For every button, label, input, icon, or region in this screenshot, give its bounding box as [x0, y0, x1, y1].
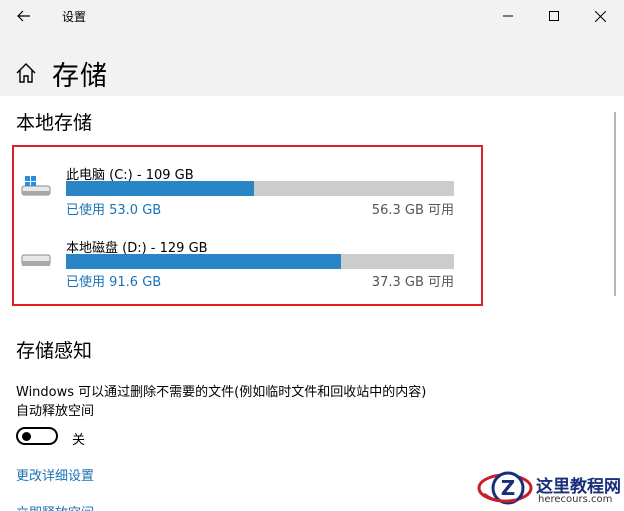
storage-sense-description: Windows 可以通过删除不需要的文件(例如临时文件和回收站中的内容) — [16, 385, 427, 400]
site-watermark: Z 这里教程网 herecours.com — [476, 464, 624, 511]
drive-d-usage-bar — [66, 254, 454, 269]
maximize-icon — [549, 11, 559, 21]
title-bar: 设置 — [0, 0, 624, 32]
page-title: 存储 — [52, 61, 108, 92]
drive-c-free: 56.3 GB 可用 — [371, 203, 454, 218]
drive-d-usage-fill — [66, 254, 342, 269]
back-button[interactable] — [0, 0, 48, 32]
minimize-icon — [503, 15, 513, 17]
hard-drive-icon — [21, 254, 51, 266]
settings-window: 设置 存储 本地存储 此电脑 (C:) - 109 GB 已使用 53.0 GB… — [0, 0, 624, 511]
storage-sense-toggle[interactable] — [16, 427, 58, 445]
drive-c-usage-bar — [66, 181, 454, 196]
home-button[interactable] — [15, 62, 37, 84]
maximize-button[interactable] — [531, 0, 577, 32]
minimize-button[interactable] — [485, 0, 531, 32]
watermark-url: herecours.com — [538, 494, 613, 505]
close-button[interactable] — [577, 0, 623, 32]
local-storage-heading: 本地存储 — [16, 112, 93, 134]
windows-drive-icon — [21, 176, 51, 196]
drive-d-used: 已使用 91.6 GB — [66, 275, 162, 290]
storage-sense-heading: 存储感知 — [16, 340, 93, 362]
change-details-link[interactable]: 更改详细设置 — [16, 465, 94, 484]
toggle-knob — [22, 432, 31, 441]
page-header: 存储 — [0, 32, 624, 96]
drive-c-used: 已使用 53.0 GB — [66, 203, 162, 218]
scrollbar[interactable] — [614, 112, 616, 296]
toggle-state-label: 关 — [72, 433, 86, 448]
free-space-now-link[interactable]: 立即释放空间 — [16, 502, 94, 511]
storage-sense-description-2: 自动释放空间 — [16, 404, 95, 419]
svg-text:Z: Z — [501, 476, 516, 500]
back-arrow-icon — [17, 10, 30, 22]
watermark-logo-icon: Z — [477, 471, 533, 505]
close-icon — [594, 10, 606, 22]
drive-d-free: 37.3 GB 可用 — [371, 275, 454, 290]
drive-c-usage-fill — [66, 181, 255, 196]
home-icon — [16, 63, 36, 83]
app-title: 设置 — [62, 10, 87, 24]
